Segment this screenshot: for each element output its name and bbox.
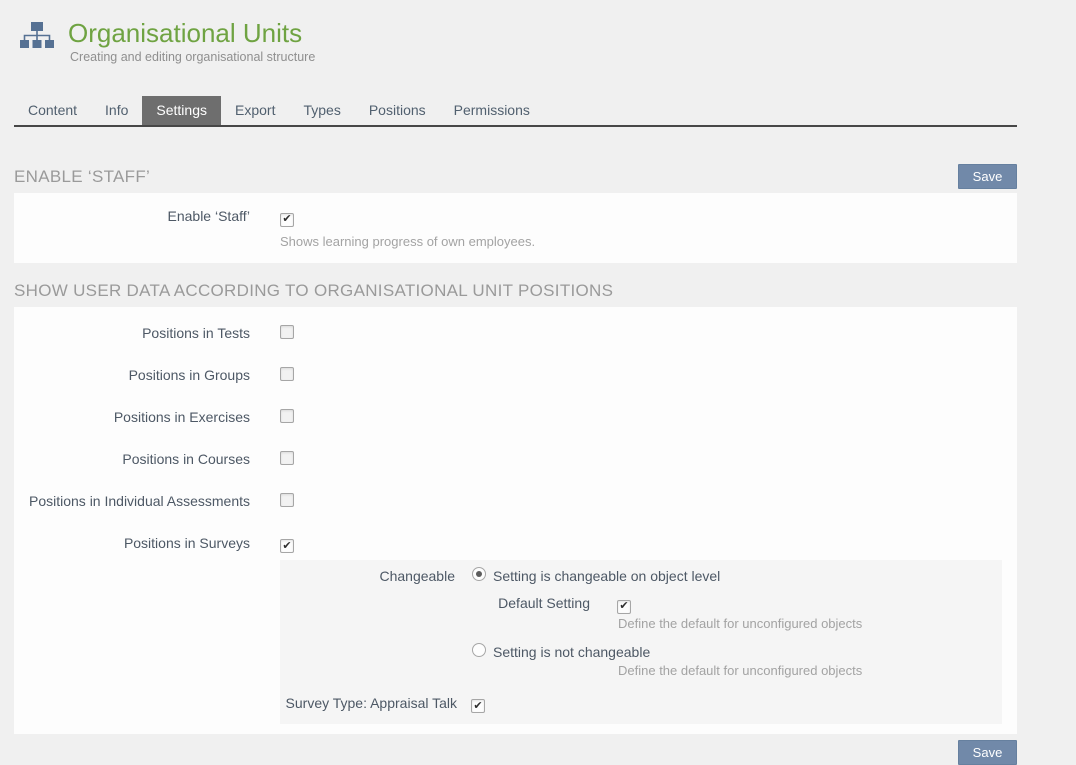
- tab-settings[interactable]: Settings: [142, 96, 221, 125]
- page-title: Organisational Units: [68, 17, 315, 49]
- setting-not-changeable-radio[interactable]: [472, 643, 486, 657]
- section-title-positions: SHOW USER DATA ACCORDING TO ORGANISATION…: [14, 281, 613, 301]
- positions-courses-label: Positions in Courses: [14, 450, 250, 469]
- surveys-subpanel: Changeable Setting is changeable on obje…: [280, 560, 1002, 724]
- positions-individual-assessments-label: Positions in Individual Assessments: [14, 492, 250, 511]
- form-row-positions-groups: Positions in Groups: [14, 366, 1017, 385]
- positions-groups-label: Positions in Groups: [14, 366, 250, 385]
- positions-exercises-checkbox[interactable]: [280, 409, 294, 423]
- tab-content[interactable]: Content: [14, 96, 91, 125]
- survey-type-row: Survey Type: Appraisal Talk: [280, 694, 1002, 714]
- tab-export[interactable]: Export: [221, 96, 289, 125]
- default-setting-label: Default Setting: [280, 594, 590, 612]
- setting-changeable-radio[interactable]: [472, 567, 486, 581]
- positions-individual-assessments-checkbox[interactable]: [280, 493, 294, 507]
- tab-permissions[interactable]: Permissions: [440, 96, 544, 125]
- form-row-positions-courses: Positions in Courses: [14, 450, 1017, 469]
- survey-type-cell: [471, 694, 485, 714]
- positions-panel: Positions in Tests Positions in Groups P…: [14, 307, 1017, 735]
- tab-types[interactable]: Types: [289, 96, 354, 125]
- positions-courses-checkbox[interactable]: [280, 451, 294, 465]
- setting-not-changeable-option-label: Setting is not changeable: [493, 643, 650, 661]
- section-head-enable-staff: ENABLE ‘STAFF’ Save: [14, 164, 1017, 189]
- changeable-option-wrap: Setting is changeable on object level: [472, 567, 720, 585]
- survey-type-checkbox[interactable]: [471, 699, 485, 713]
- default-setting-checkbox[interactable]: [617, 600, 631, 614]
- default-setting-row: Default Setting: [280, 594, 1002, 614]
- positions-tests-checkbox[interactable]: [280, 325, 294, 339]
- page-content: Organisational Units Creating and editin…: [14, 0, 1017, 765]
- enable-staff-label: Enable ‘Staff’: [14, 207, 250, 250]
- positions-groups-checkbox[interactable]: [280, 367, 294, 381]
- enable-staff-panel: Enable ‘Staff’ Shows learning progress o…: [14, 193, 1017, 263]
- not-changeable-byline: Define the default for unconfigured obje…: [618, 663, 1002, 679]
- changeable-label: Changeable: [280, 567, 455, 585]
- section-title-enable-staff: ENABLE ‘STAFF’: [14, 167, 150, 187]
- enable-staff-control: Shows learning progress of own employees…: [280, 207, 535, 250]
- section-head-positions: SHOW USER DATA ACCORDING TO ORGANISATION…: [14, 281, 1017, 301]
- tab-bar: Content Info Settings Export Types Posit…: [14, 96, 1017, 127]
- bottom-actions: Save: [14, 740, 1017, 765]
- save-button-bottom[interactable]: Save: [958, 740, 1017, 765]
- page-subtitle: Creating and editing organisational stru…: [70, 49, 315, 66]
- form-row-enable-staff: Enable ‘Staff’ Shows learning progress o…: [14, 207, 1017, 250]
- survey-type-label: Survey Type: Appraisal Talk: [280, 694, 457, 712]
- positions-surveys-label: Positions in Surveys: [14, 534, 250, 725]
- default-setting-cell: [617, 594, 631, 614]
- positions-surveys-control: Changeable Setting is changeable on obje…: [280, 534, 1002, 725]
- org-chart-icon: [20, 21, 54, 66]
- enable-staff-byline: Shows learning progress of own employees…: [280, 234, 535, 250]
- positions-exercises-label: Positions in Exercises: [14, 408, 250, 427]
- form-row-positions-surveys: Positions in Surveys Changeable Setting …: [14, 534, 1017, 725]
- form-row-positions-individual-assessments: Positions in Individual Assessments: [14, 492, 1017, 511]
- setting-changeable-option-label: Setting is changeable on object level: [493, 567, 720, 585]
- page-header: Organisational Units Creating and editin…: [14, 0, 1017, 66]
- tab-positions[interactable]: Positions: [355, 96, 440, 125]
- not-changeable-row: Setting is not changeable: [472, 643, 1002, 661]
- tab-info[interactable]: Info: [91, 96, 142, 125]
- default-setting-byline: Define the default for unconfigured obje…: [618, 616, 1002, 632]
- positions-tests-label: Positions in Tests: [14, 324, 250, 343]
- changeable-row: Changeable Setting is changeable on obje…: [280, 567, 1002, 585]
- title-block: Organisational Units Creating and editin…: [68, 17, 315, 66]
- positions-surveys-checkbox[interactable]: [280, 539, 294, 553]
- save-button-top[interactable]: Save: [958, 164, 1017, 189]
- enable-staff-checkbox[interactable]: [280, 213, 294, 227]
- form-row-positions-exercises: Positions in Exercises: [14, 408, 1017, 427]
- form-row-positions-tests: Positions in Tests: [14, 324, 1017, 343]
